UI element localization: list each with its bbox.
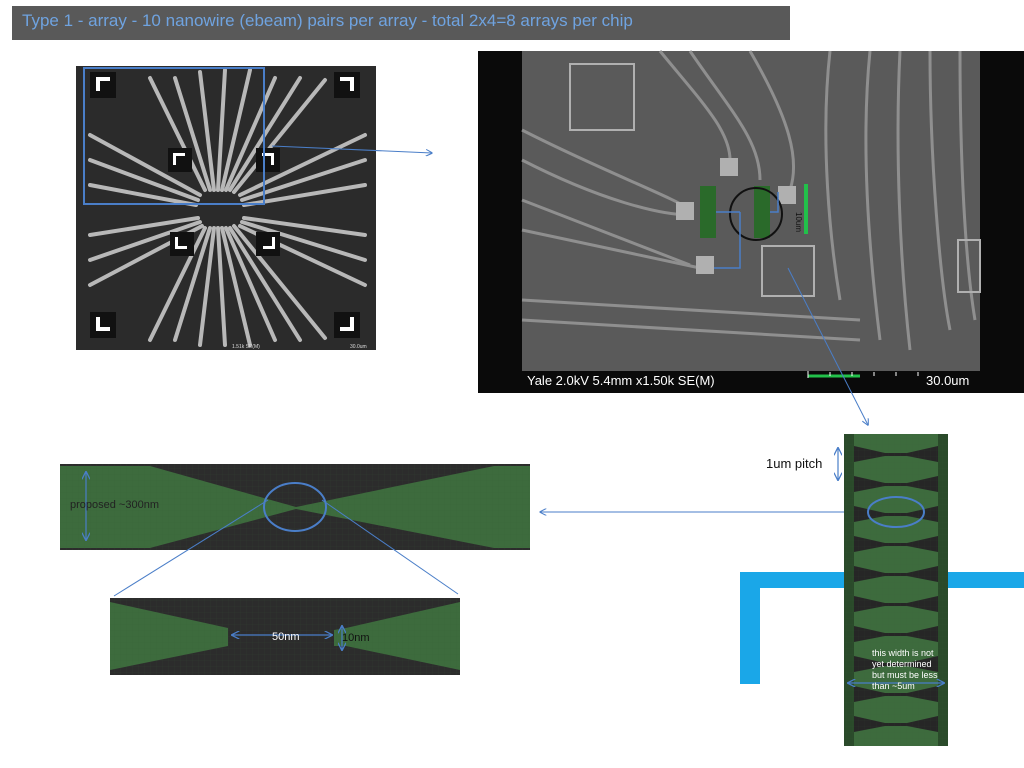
sem-zoom-scale-label: 30.0um [926, 373, 970, 388]
sem-overview-scale-label: 30.0um [350, 344, 367, 350]
diagram-graphics: 1.51k SE(M) 30.0um 10um proposed ~300nm … [60, 50, 1024, 746]
gap-label: 50nm [272, 631, 300, 643]
strip-width-note: this width is not yet determined but mus… [872, 648, 938, 691]
sem-zoom-caption: Yale 2.0kV 5.4mm x1.50k SE(M) [527, 373, 715, 388]
pitch-label: 1um pitch [766, 456, 823, 471]
wire-width-label: 10nm [342, 632, 370, 644]
strip-graphics [838, 434, 948, 746]
sem-overview-graphics [76, 66, 376, 350]
sem-zoom-graphics [521, 50, 981, 393]
sem-zoom-inset-scale: 10um [794, 212, 803, 232]
proposed-width-label: proposed ~300nm [70, 499, 159, 511]
sem-overview-mag-label: 1.51k SE(M) [232, 344, 260, 350]
